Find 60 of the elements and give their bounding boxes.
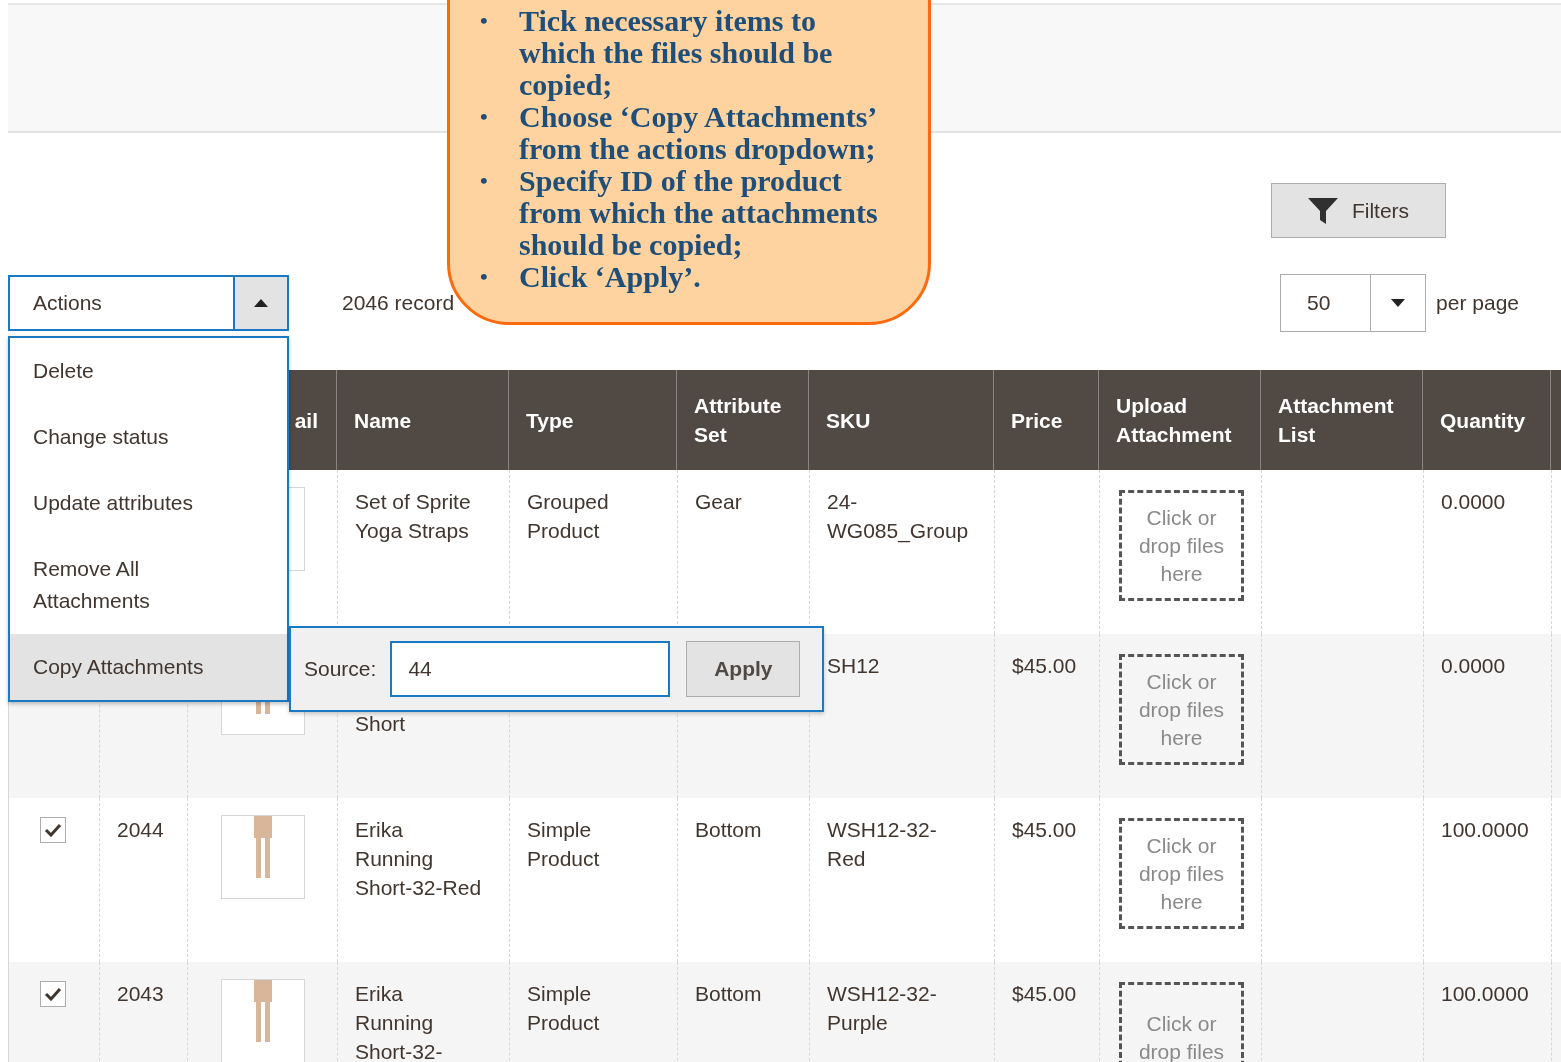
column-header[interactable]: SKU <box>826 405 871 435</box>
menu-item[interactable]: Delete <box>10 338 287 404</box>
price-text: $45.00 <box>1012 982 1077 1005</box>
column-header[interactable]: Attribute Set <box>694 391 782 449</box>
per-page-label: per page <box>1436 291 1519 315</box>
sku-text: WSH12-32- Red <box>827 818 937 870</box>
quantity-text: 0.0000 <box>1441 490 1506 513</box>
bullet: • <box>480 263 489 291</box>
instruction-text: Tick necessary items to which the files should be copied; <box>519 5 833 101</box>
source-input[interactable]: 44 <box>390 641 671 697</box>
filter-icon <box>1307 197 1338 224</box>
price-text: $45.00 <box>1012 818 1077 841</box>
product-type: Simple Product <box>527 818 600 870</box>
records-count: 2046 record <box>342 291 455 315</box>
bullet: • <box>480 103 489 131</box>
attribute-set-text: Bottom <box>695 982 762 1005</box>
column-header[interactable]: Upload Attachment <box>1116 391 1232 449</box>
id-text: 2044 <box>117 818 164 841</box>
checkbox[interactable] <box>40 981 66 1007</box>
product-name: Set of Sprite Yoga Straps <box>355 489 471 544</box>
apply-button[interactable]: Apply <box>686 641 801 697</box>
caret-icon <box>254 299 268 307</box>
menu-item[interactable]: Remove All Attachments <box>10 536 287 634</box>
price-text: $45.00 <box>1012 654 1077 677</box>
column-header[interactable]: Attachment List <box>1278 391 1394 449</box>
menu-item[interactable]: Change status <box>10 404 287 470</box>
sku-text: 24- WG085_Group <box>827 490 969 542</box>
attribute-set-text: Bottom <box>695 818 762 841</box>
product-name: Erika Running Short-32- <box>355 981 443 1062</box>
column-header[interactable]: Name <box>354 405 412 435</box>
menu-item[interactable]: Update attributes <box>10 470 287 536</box>
sku-text: WSH12-32- Purple <box>827 982 937 1034</box>
id-text: 2043 <box>117 982 164 1005</box>
check-icon <box>44 987 62 1001</box>
bullet: • <box>480 167 489 195</box>
column-header[interactable]: Type <box>526 405 574 435</box>
bullet: • <box>480 7 489 35</box>
column-header[interactable]: Quantity <box>1440 405 1526 435</box>
checkbox[interactable] <box>40 817 66 843</box>
menu-item[interactable]: Copy Attachments <box>10 634 287 700</box>
column-header[interactable]: ail <box>294 405 318 435</box>
per-page-select[interactable]: 50 <box>1280 274 1427 332</box>
caret-icon <box>1391 299 1406 307</box>
actions-dropdown[interactable]: Actions <box>8 275 289 331</box>
column-header[interactable]: Price <box>1011 405 1063 435</box>
product-type: Simple Product <box>527 982 600 1034</box>
filters-button[interactable]: Filters <box>1271 183 1446 238</box>
instruction-text: Click ‘Apply’. <box>519 261 701 293</box>
source-label: Source: <box>304 657 377 681</box>
product-name: Short <box>355 711 406 737</box>
check-icon <box>44 823 62 837</box>
instruction-text: Choose ‘Copy Attachments’ from the actions dropdown; <box>519 101 878 165</box>
product-name: Erika Running Short-32-Red <box>355 817 482 901</box>
quantity-text: 100.0000 <box>1441 982 1529 1005</box>
instruction-text: Specify ID of the product from which the attachments should be copied; <box>519 165 878 261</box>
sku-text: SH12 <box>827 654 880 677</box>
product-type: Grouped Product <box>527 490 609 542</box>
quantity-text: 100.0000 <box>1441 818 1529 841</box>
quantity-text: 0.0000 <box>1441 654 1506 677</box>
attribute-set-text: Gear <box>695 490 742 513</box>
